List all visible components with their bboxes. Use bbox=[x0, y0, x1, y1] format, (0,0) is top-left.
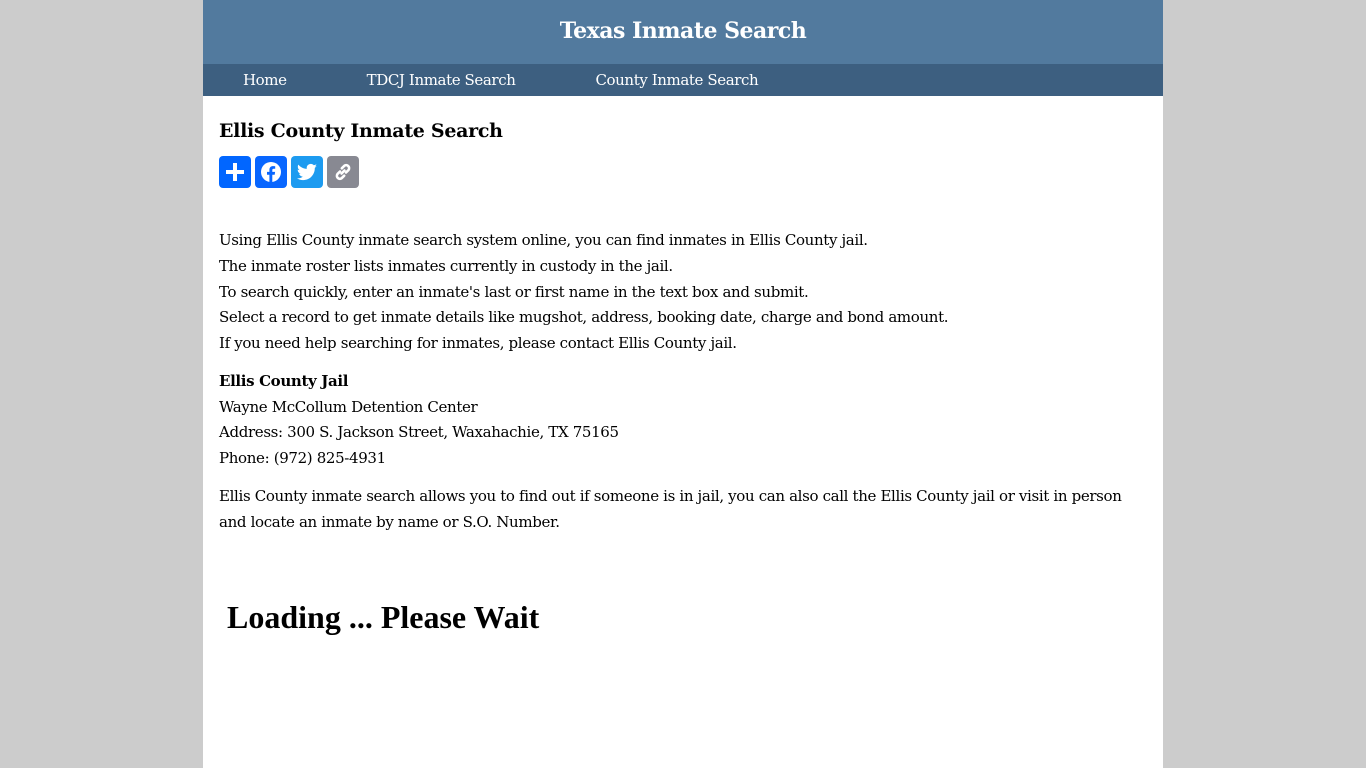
twitter-share-button[interactable] bbox=[291, 156, 323, 188]
plus-icon bbox=[226, 163, 244, 181]
jail-facility: Wayne McCollum Detention Center bbox=[219, 397, 478, 416]
site-title: Texas Inmate Search bbox=[559, 18, 807, 44]
intro-line: The inmate roster lists inmates currentl… bbox=[219, 256, 673, 275]
copy-link-button[interactable] bbox=[327, 156, 359, 188]
intro-line: Select a record to get inmate details li… bbox=[219, 308, 949, 327]
facebook-icon bbox=[261, 162, 281, 182]
nav-home-link[interactable]: Home bbox=[243, 71, 287, 89]
nav-county-inmate-search-link[interactable]: County Inmate Search bbox=[595, 71, 758, 89]
site-header: Texas Inmate Search bbox=[203, 0, 1163, 64]
jail-phone: Phone: (972) 825-4931 bbox=[219, 448, 386, 467]
link-icon bbox=[335, 163, 351, 181]
main-content: Ellis County Inmate Search Using Ellis C… bbox=[203, 120, 1163, 636]
share-button[interactable] bbox=[219, 156, 251, 188]
jail-name: Ellis County Jail bbox=[219, 371, 349, 390]
description: Ellis County inmate search allows you to… bbox=[219, 483, 1139, 535]
jail-address: Address: 300 S. Jackson Street, Waxahach… bbox=[219, 423, 619, 442]
description-text: Ellis County inmate search allows you to… bbox=[219, 487, 1122, 532]
jail-info: Ellis County Jail Wayne McCollum Detenti… bbox=[219, 369, 1147, 471]
intro-line: Using Ellis County inmate search system … bbox=[219, 231, 868, 249]
page-container: Texas Inmate Search Home TDCJ Inmate Sea… bbox=[203, 0, 1163, 768]
intro-text: Using Ellis County inmate search system … bbox=[219, 228, 1147, 357]
intro-line: If you need help searching for inmates, … bbox=[219, 334, 737, 353]
nav-tdcj-inmate-search-link[interactable]: TDCJ Inmate Search bbox=[367, 71, 516, 89]
facebook-share-button[interactable] bbox=[255, 156, 287, 188]
loading-message: Loading ... Please Wait bbox=[227, 599, 540, 636]
twitter-icon bbox=[296, 163, 317, 181]
intro-line: To search quickly, enter an inmate's las… bbox=[219, 282, 809, 301]
main-nav: Home TDCJ Inmate Search County Inmate Se… bbox=[203, 64, 1163, 96]
page-title: Ellis County Inmate Search bbox=[219, 120, 503, 142]
share-bar bbox=[219, 156, 1147, 188]
